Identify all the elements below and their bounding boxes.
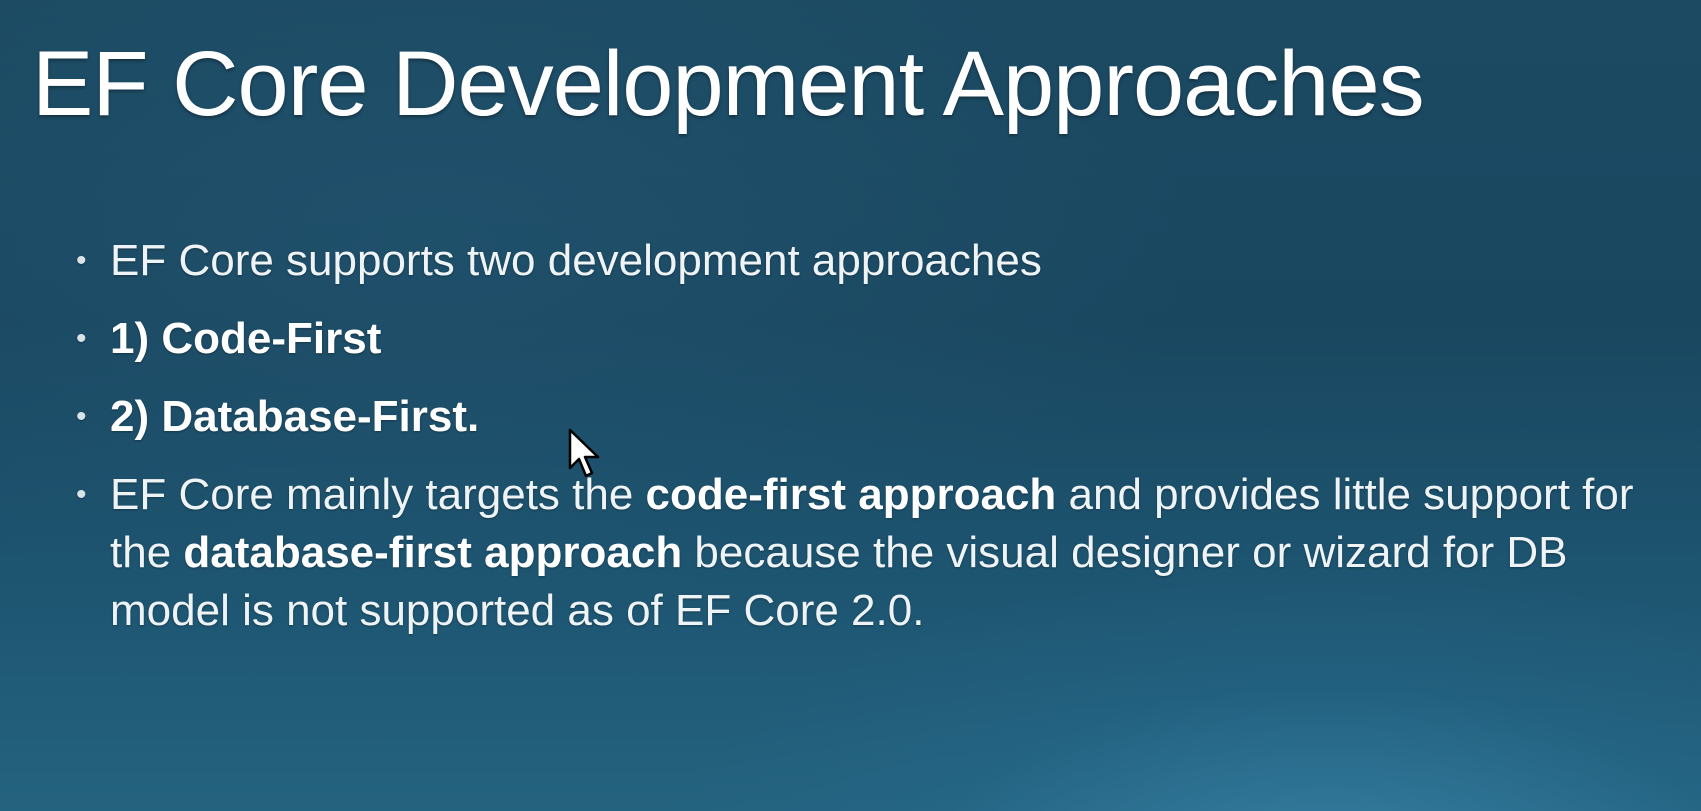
bullet-text-part: EF Core mainly targets the: [110, 470, 646, 519]
bullet-item-database-first: • 2) Database-First.: [76, 388, 1656, 446]
bullet-item-code-first: • 1) Code-First: [76, 310, 1656, 368]
bullet-text-emphasis: code-first approach: [645, 470, 1057, 519]
bullet-item-mainly-targets: • EF Core mainly targets the code-first …: [76, 466, 1656, 640]
bullet-dot-icon: •: [76, 322, 87, 355]
bullet-text-emphasis: database-first approach: [183, 528, 683, 577]
bullet-item-supports: • EF Core supports two development appro…: [76, 232, 1656, 290]
bullet-dot-icon: •: [76, 478, 87, 511]
slide-title: EF Core Development Approaches: [32, 33, 1425, 135]
mouse-pointer-icon: [568, 428, 600, 478]
bullet-text: EF Core supports two development approac…: [110, 236, 1042, 285]
bullet-text: 2) Database-First.: [110, 392, 480, 441]
bullet-dot-icon: •: [76, 400, 87, 433]
bullet-dot-icon: •: [76, 244, 87, 277]
bullet-list: • EF Core supports two development appro…: [76, 232, 1656, 660]
bullet-text: 1) Code-First: [110, 314, 382, 363]
